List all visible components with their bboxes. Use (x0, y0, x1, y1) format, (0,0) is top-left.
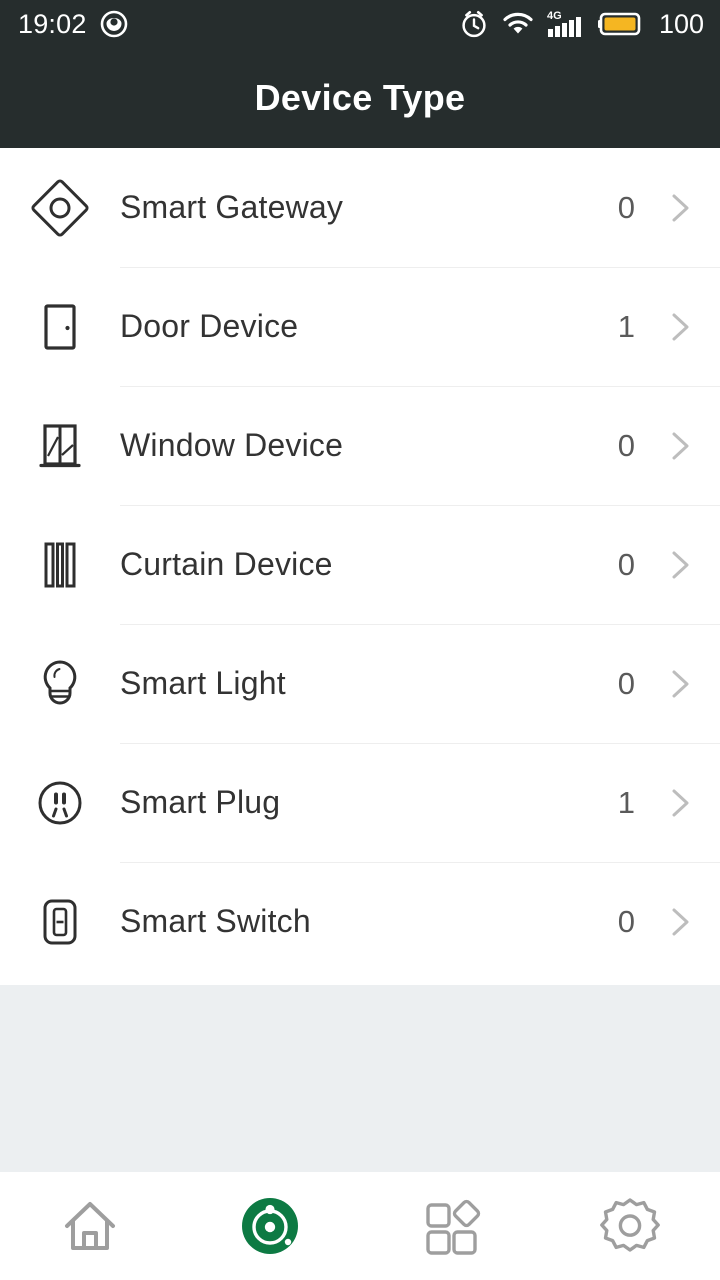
chevron-right-icon (660, 902, 700, 942)
dnd-icon (99, 9, 129, 39)
alarm-clock-icon (459, 9, 489, 39)
device-type-list: Smart Gateway 0 Door Device 1 Window Dev… (0, 148, 720, 981)
smart-gateway-icon (0, 148, 120, 267)
list-item-label: Smart Plug (120, 784, 281, 820)
chevron-right-icon (660, 545, 700, 585)
nav-item-scenes[interactable] (360, 1172, 540, 1280)
device-hub-icon (234, 1190, 306, 1262)
gear-icon (594, 1190, 666, 1262)
list-item-count: 0 (617, 546, 635, 582)
wifi-icon (502, 11, 534, 37)
door-device-icon (0, 267, 120, 386)
list-item-smart-switch[interactable]: Smart Switch 0 (0, 862, 720, 981)
svg-text:4G: 4G (547, 10, 562, 22)
app-screen: 19:02 4G 100 Device Type Smart Gateway 0… (0, 0, 720, 1280)
list-item-label: Smart Gateway (120, 189, 344, 225)
nav-item-settings[interactable] (540, 1172, 720, 1280)
curtain-device-icon (0, 505, 120, 624)
list-item-label: Smart Switch (120, 903, 311, 939)
list-item-count: 0 (617, 665, 635, 701)
smart-light-icon (0, 624, 120, 743)
list-item-label: Smart Light (120, 665, 286, 701)
chevron-right-icon (660, 664, 700, 704)
smart-switch-icon (0, 862, 120, 981)
list-item-count: 1 (617, 308, 635, 344)
list-item-count: 0 (617, 427, 635, 463)
list-item-door-device[interactable]: Door Device 1 (0, 267, 720, 386)
status-bar-left: 19:02 (18, 9, 129, 39)
list-item-label: Door Device (120, 308, 299, 344)
signal-bars-icon: 4G (547, 9, 585, 39)
list-item-label: Curtain Device (120, 546, 333, 582)
bottom-nav-bar (0, 1172, 720, 1280)
status-time: 19:02 (18, 8, 87, 39)
chevron-right-icon (660, 188, 700, 228)
chevron-right-icon (660, 783, 700, 823)
list-item-smart-gateway[interactable]: Smart Gateway 0 (0, 148, 720, 267)
list-item-count: 0 (617, 903, 635, 939)
window-device-icon (0, 386, 120, 505)
chevron-right-icon (660, 307, 700, 347)
battery-level: 100 (658, 8, 704, 39)
home-icon (54, 1190, 126, 1262)
page-title: Device Type (254, 77, 466, 118)
list-item-count: 1 (617, 784, 635, 820)
list-item-window-device[interactable]: Window Device 0 (0, 386, 720, 505)
battery-icon (597, 10, 644, 38)
nav-item-home[interactable] (0, 1172, 180, 1280)
empty-area (0, 985, 720, 1172)
status-bar: 19:02 4G 100 (0, 0, 720, 48)
chevron-right-icon (660, 426, 700, 466)
status-bar-right: 4G 100 (459, 9, 704, 39)
list-item-smart-light[interactable]: Smart Light 0 (0, 624, 720, 743)
nav-item-devices[interactable] (180, 1172, 360, 1280)
grid-apps-icon (414, 1190, 486, 1262)
list-item-smart-plug[interactable]: Smart Plug 1 (0, 743, 720, 862)
smart-plug-icon (0, 743, 120, 862)
list-item-curtain-device[interactable]: Curtain Device 0 (0, 505, 720, 624)
list-item-count: 0 (617, 189, 635, 225)
title-bar: Device Type (0, 48, 720, 148)
list-item-label: Window Device (120, 427, 344, 463)
